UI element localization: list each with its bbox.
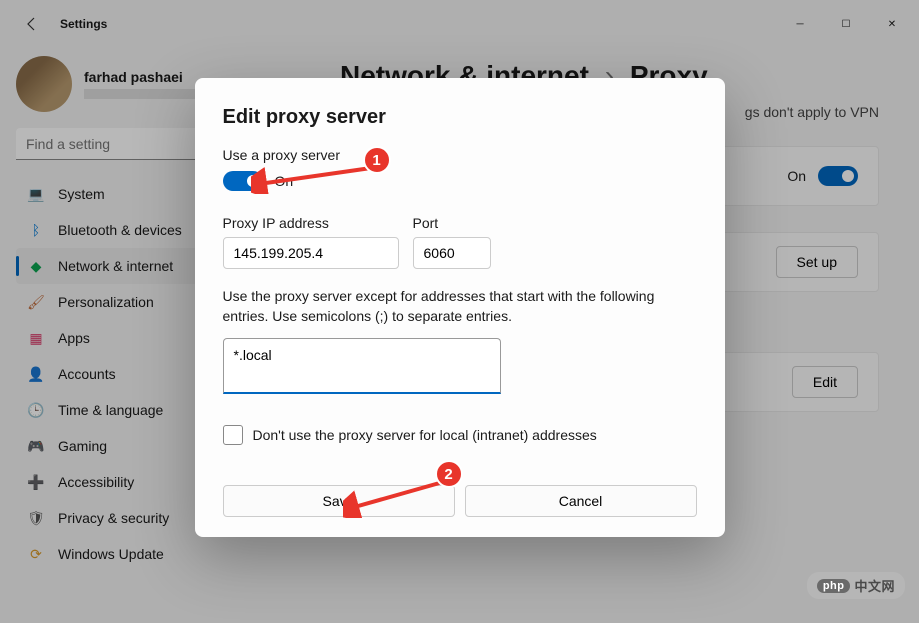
cancel-button[interactable]: Cancel <box>465 485 697 517</box>
annotation-badge-1: 1 <box>363 146 391 174</box>
modal-overlay: Edit proxy server Use a proxy server On … <box>0 0 919 623</box>
exceptions-description: Use the proxy server except for addresse… <box>223 287 697 326</box>
local-bypass-label: Don't use the proxy server for local (in… <box>253 427 597 443</box>
local-bypass-checkbox[interactable] <box>223 425 243 445</box>
exceptions-input[interactable] <box>223 338 501 394</box>
modal-title: Edit proxy server <box>223 106 697 129</box>
use-proxy-label: Use a proxy server <box>223 147 697 163</box>
ip-label: Proxy IP address <box>223 215 399 231</box>
proxy-ip-input[interactable] <box>223 237 399 269</box>
edit-proxy-modal: Edit proxy server Use a proxy server On … <box>195 78 725 537</box>
use-proxy-toggle[interactable] <box>223 171 263 191</box>
watermark: php 中文网 <box>807 572 905 599</box>
proxy-port-input[interactable] <box>413 237 491 269</box>
toggle-state-label: On <box>275 173 294 189</box>
annotation-badge-2: 2 <box>435 460 463 488</box>
port-label: Port <box>413 215 491 231</box>
save-button[interactable]: Save <box>223 485 455 517</box>
